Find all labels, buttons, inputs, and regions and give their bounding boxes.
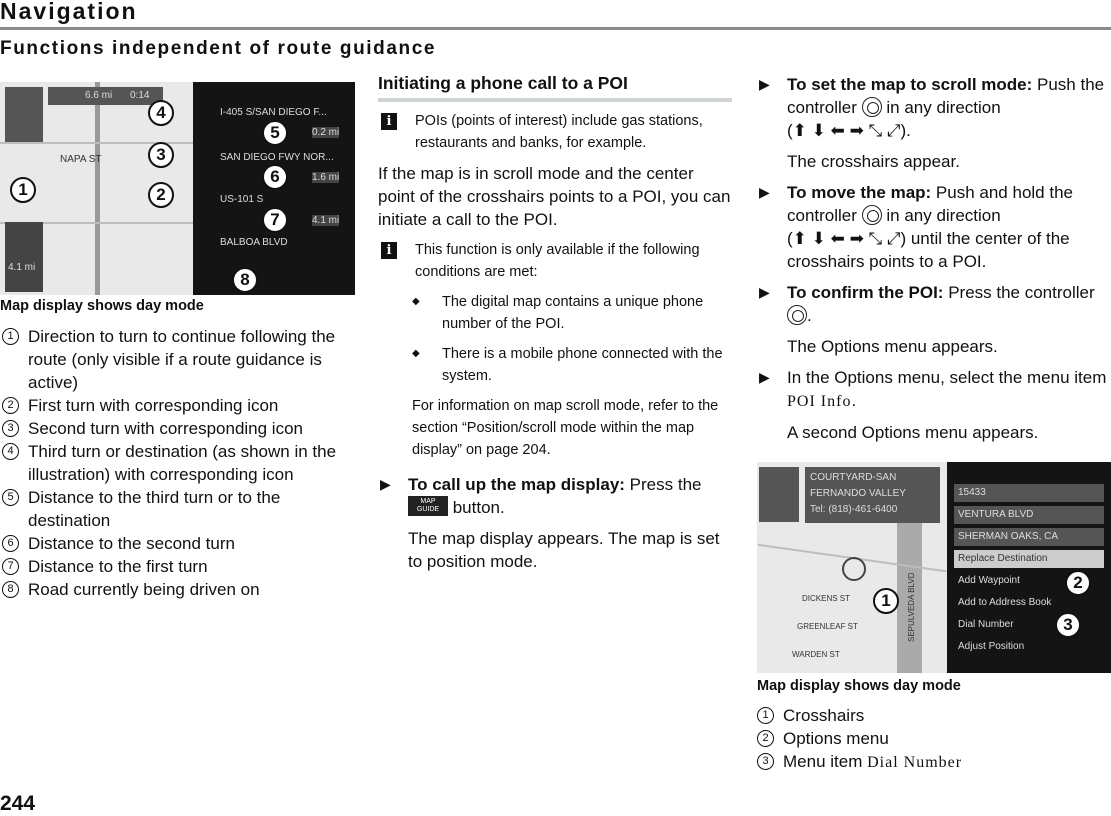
controller-icon [861, 205, 882, 225]
legend-item: 7 Distance to the first turn [0, 555, 358, 578]
controller-icon [861, 97, 882, 117]
callout-4: 4 [148, 100, 174, 126]
step-scroll-mode: ▶ To set the map to scroll mode: Push the… [759, 75, 1105, 140]
step-confirm-poi: ▶ To confirm the POI: Press the controlle… [759, 283, 1095, 325]
figure-caption: Map display shows day mode [0, 298, 204, 314]
callout-7: 7 [262, 207, 288, 233]
section-heading: Initiating a phone call to a POI [378, 73, 732, 102]
step-arrow-icon: ▶ [759, 184, 770, 200]
info-note: i POIs (points of interest) include gas s… [378, 110, 732, 154]
step-call-map: ▶ To call up the map display: Press the M… [380, 475, 702, 517]
callout-1: 1 [10, 177, 36, 203]
info-note: i This function is only available if the … [378, 239, 732, 283]
step-select-poi-info: ▶ In the Options menu, select the menu it… [757, 366, 1111, 413]
info-reference: For information on map scroll mode, refe… [412, 398, 719, 458]
callout-3: 3 [1055, 612, 1081, 638]
legend-list: 1 Direction to turn to continue following… [0, 325, 358, 601]
legend-item: 2 First turn with corresponding icon [0, 394, 358, 417]
page-number: 244 [0, 792, 36, 815]
direction-arrows-icon: (⬆ ⬇ ⬅ ➡ ⤡ ⤢). [787, 121, 911, 140]
callout-5: 5 [262, 120, 288, 146]
legend-item: 3 Menu item Dial Number [755, 750, 1111, 774]
callout-2: 2 [1065, 570, 1091, 596]
legend-item: 2 Options menu [755, 727, 1111, 750]
map-guide-button-icon: MAP GUIDE [408, 496, 448, 516]
info-icon: i [381, 242, 397, 259]
right-column: ▶ To set the map to scroll mode: Push the… [757, 73, 1111, 444]
direction-arrows-icon: (⬆ ⬇ ⬅ ➡ ⤡ ⤢) [787, 229, 907, 248]
crosshairs-icon [842, 557, 866, 581]
page-subtitle: Functions independent of route guidance [0, 38, 437, 59]
callout-3: 3 [148, 142, 174, 168]
paragraph: If the map is in scroll mode and the cen… [378, 164, 731, 229]
map-illustration-options: COURTYARD-SAN FERNANDO VALLEY Tel: (818)-4… [757, 462, 1111, 673]
info-icon: i [381, 113, 397, 130]
callout-8: 8 [232, 267, 258, 293]
step-arrow-icon: ▶ [759, 284, 770, 300]
step-move-map: ▶ To move the map: Push and hold the cont… [759, 183, 1073, 271]
middle-column: Initiating a phone call to a POI i POIs (… [378, 73, 732, 573]
callout-6: 6 [262, 164, 288, 190]
legend-item: 5 Distance to the third turn or to the de… [0, 486, 358, 532]
map-illustration-route: 6.6 mi 0:14 NAPA ST 4.1 mi I-405 S/SAN D… [0, 82, 355, 295]
callout-1: 1 [873, 588, 899, 614]
section-header: Navigation [0, 0, 138, 24]
controller-icon [787, 305, 807, 325]
bullet-item: ◆ There is a mobile phone connected with … [412, 346, 723, 384]
figure-caption: Map display shows day mode [757, 678, 961, 694]
step-arrow-icon: ▶ [759, 76, 770, 92]
bullet-item: ◆ The digital map contains a unique phone… [412, 294, 704, 332]
legend-item: 4 Third turn or destination (as shown in … [0, 440, 358, 486]
legend-item: 1 Direction to turn to continue following… [0, 325, 358, 394]
header-divider [0, 27, 1111, 30]
step-result: The map display appears. The map is set … [408, 529, 720, 571]
legend-item: 8 Road currently being driven on [0, 578, 358, 601]
legend-item: 3 Second turn with corresponding icon [0, 417, 358, 440]
callout-2: 2 [148, 182, 174, 208]
legend-item: 1 Crosshairs [755, 704, 1111, 727]
step-arrow-icon: ▶ [759, 369, 770, 385]
legend-item: 6 Distance to the second turn [0, 532, 358, 555]
step-arrow-icon: ▶ [380, 476, 391, 492]
legend-list: 1 Crosshairs 2 Options menu 3 Menu item Dia… [755, 704, 1111, 774]
